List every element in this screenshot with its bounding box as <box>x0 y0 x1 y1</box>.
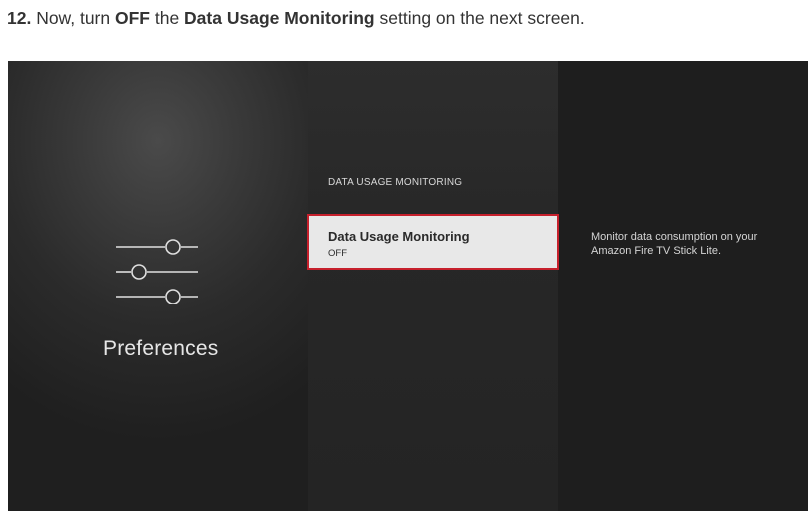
instruction-part-2: the <box>149 8 185 28</box>
instruction-bold-setting: Data Usage Monitoring <box>184 8 375 28</box>
instruction-text: 12. Now, turn OFF the Data Usage Monitor… <box>7 7 585 29</box>
settings-list-panel <box>308 61 558 511</box>
setting-description: Monitor data consumption on your Amazon … <box>591 231 758 257</box>
instruction-part-3: setting on the next screen. <box>374 8 585 28</box>
setting-value: OFF <box>328 248 347 259</box>
preferences-label: Preferences <box>103 337 219 360</box>
tv-screenshot: Preferences DATA USAGE MONITORING Data U… <box>8 61 808 511</box>
page: 12. Now, turn OFF the Data Usage Monitor… <box>0 0 811 522</box>
data-usage-monitoring-item[interactable]: Data Usage Monitoring OFF <box>307 214 559 270</box>
section-header: DATA USAGE MONITORING <box>328 177 463 188</box>
description-panel <box>558 61 808 511</box>
instruction-bold-off: OFF <box>114 8 150 28</box>
step-number: 12. <box>7 8 32 28</box>
setting-title: Data Usage Monitoring <box>328 229 470 244</box>
sliders-icon <box>116 239 198 304</box>
instruction-part-1: Now, turn <box>31 8 115 28</box>
